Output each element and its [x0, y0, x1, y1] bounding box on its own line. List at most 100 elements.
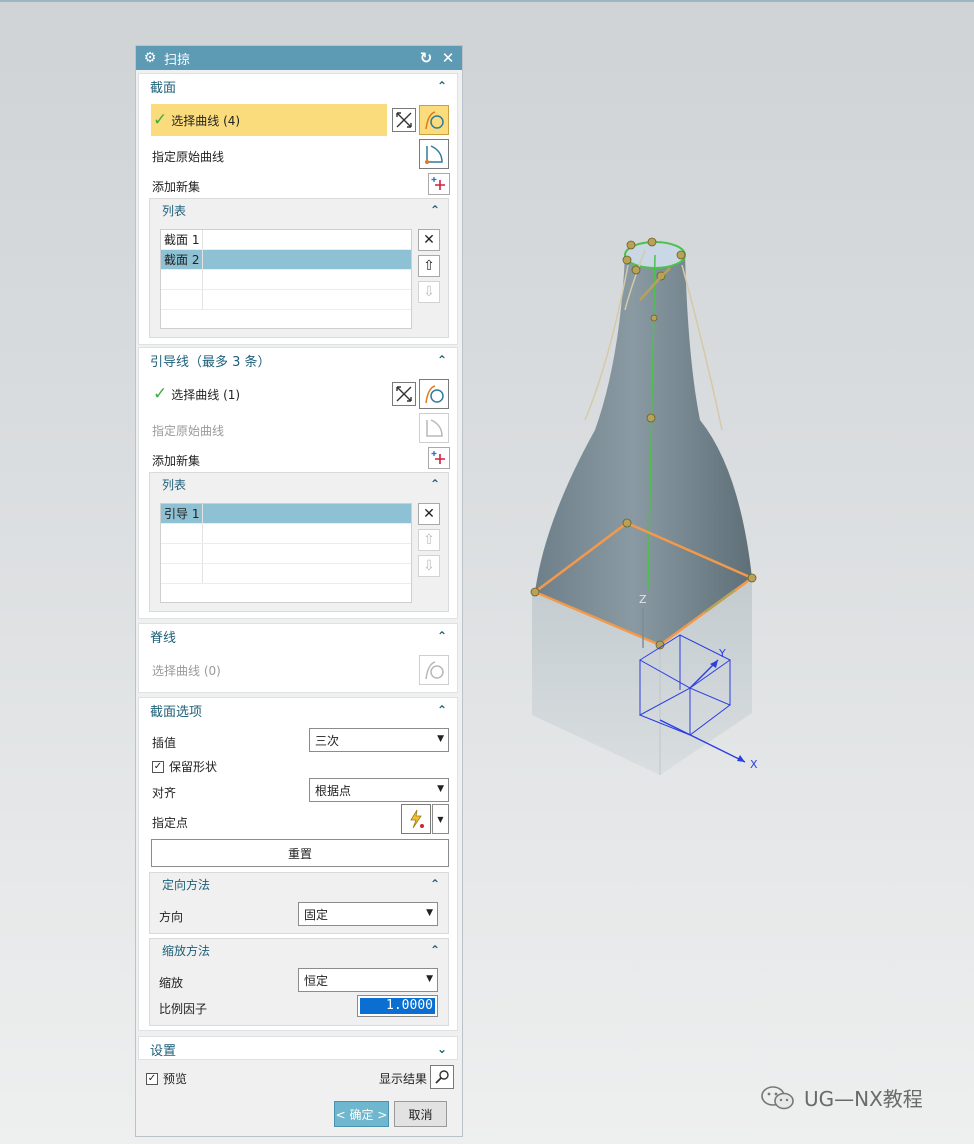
list-item[interactable]: 截面 1 — [161, 230, 411, 250]
curve-rule-icon[interactable] — [392, 108, 416, 132]
alignment-label: 对齐 — [152, 786, 177, 800]
guide-select-curve-row[interactable]: ✓ 选择曲线 (1) — [151, 378, 387, 410]
close-icon[interactable]: ✕ — [440, 49, 456, 67]
wechat-icon — [761, 1085, 794, 1109]
y-axis-label: Y — [718, 647, 726, 660]
select-curve-icon[interactable] — [419, 379, 449, 409]
curve-rule-icon[interactable] — [392, 382, 416, 406]
spine-header[interactable]: 脊线 ⌃ — [139, 624, 457, 648]
select-curve-icon[interactable] — [419, 105, 449, 135]
x-axis-label: X — [750, 758, 758, 771]
dropdown-arrow-icon: ▼ — [426, 974, 433, 984]
chevron-up-icon[interactable]: ⌃ — [430, 477, 440, 491]
chevron-up-icon[interactable]: ⌃ — [437, 353, 447, 367]
preview-checkbox[interactable]: ✓ — [146, 1072, 158, 1085]
section-options-header-label: 截面选项 — [150, 704, 203, 720]
section-header[interactable]: 截面 ⌃ — [139, 74, 457, 98]
move-up-icon[interactable]: ⇧ — [418, 255, 440, 277]
list-item-empty — [161, 270, 411, 290]
ok-button[interactable]: < 确定 > — [334, 1101, 389, 1127]
section-list-header[interactable]: 列表 ⌃ — [150, 199, 448, 221]
list-item-label: 截面 2 — [161, 250, 203, 269]
section-list-group: 列表 ⌃ 截面 1 截面 2 ✕ ⇧ ⇩ — [149, 198, 449, 338]
guide-list-header-label: 列表 — [162, 477, 187, 492]
check-icon: ✓ — [153, 109, 168, 130]
scaling-header-label: 缩放方法 — [162, 943, 211, 958]
guide-header-label: 引导线（最多 3 条） — [150, 354, 271, 370]
top-border — [0, 0, 974, 2]
spine-select-curve-label: 选择曲线 (0) — [152, 664, 221, 678]
sweep-dialog: ⚙ 扫掠 ↻ ✕ 截面 ⌃ ✓ 选择曲线 (4) 指定原始曲线 添加新集 列表 … — [135, 45, 463, 1137]
scaling-select[interactable]: 恒定 ▼ — [298, 968, 438, 992]
swept-body — [535, 255, 752, 645]
watermark: UG—NX教程 — [760, 1083, 923, 1112]
add-new-set-label: 添加新集 — [152, 180, 201, 194]
section-list[interactable]: 截面 1 截面 2 — [160, 229, 412, 329]
preserve-shape-checkbox[interactable]: ✓ — [152, 760, 164, 773]
section-group: 截面 ⌃ ✓ 选择曲线 (4) 指定原始曲线 添加新集 列表 ⌃ 截面 1 截面… — [138, 73, 458, 345]
spine-group: 脊线 ⌃ 选择曲线 (0) — [138, 623, 458, 693]
scale-factor-input[interactable]: 1.0000 — [357, 995, 438, 1017]
orientation-select[interactable]: 固定 ▼ — [298, 902, 438, 926]
section-select-curve-row[interactable]: ✓ 选择曲线 (4) — [151, 104, 387, 136]
reset-button[interactable]: 重置 — [151, 839, 449, 867]
scale-factor-value: 1.0000 — [360, 998, 435, 1014]
section-options-header[interactable]: 截面选项 ⌃ — [139, 698, 457, 722]
chevron-up-icon[interactable]: ⌃ — [437, 629, 447, 643]
guide-select-curve-label: 选择曲线 (1) — [171, 387, 241, 402]
chevron-up-icon[interactable]: ⌃ — [430, 877, 440, 891]
list-item-selected[interactable]: 截面 2 — [161, 250, 411, 270]
guide-header[interactable]: 引导线（最多 3 条） ⌃ — [139, 348, 457, 372]
scaling-label: 缩放 — [159, 976, 184, 990]
scaling-header[interactable]: 缩放方法 ⌃ — [150, 939, 448, 961]
dialog-titlebar: ⚙ 扫掠 ↻ ✕ — [136, 46, 462, 70]
select-curve-icon — [419, 655, 449, 685]
scale-factor-label: 比例因子 — [159, 1002, 208, 1016]
settings-group: 设置 ⌄ — [138, 1036, 458, 1060]
preserve-shape-row[interactable]: ✓ 保留形状 — [152, 758, 217, 775]
preserve-shape-label: 保留形状 — [169, 760, 218, 774]
chevron-up-icon[interactable]: ⌃ — [430, 203, 440, 217]
delete-icon[interactable]: ✕ — [418, 503, 440, 525]
specify-original-curve-label: 指定原始曲线 — [152, 150, 225, 164]
move-down-icon: ⇩ — [418, 281, 440, 303]
original-curve-icon — [419, 413, 449, 443]
interpolation-select[interactable]: 三次 ▼ — [309, 728, 449, 752]
list-item-label: 引导 1 — [161, 504, 203, 523]
interpolation-label: 插值 — [152, 736, 177, 750]
point-dialog-icon[interactable] — [401, 804, 431, 834]
reset-icon[interactable]: ↻ — [418, 49, 434, 67]
cancel-button[interactable]: 取消 — [394, 1101, 447, 1127]
guide-list-header[interactable]: 列表 ⌃ — [150, 473, 448, 495]
delete-icon[interactable]: ✕ — [418, 229, 440, 251]
alignment-select[interactable]: 根据点 ▼ — [309, 778, 449, 802]
chevron-up-icon[interactable]: ⌃ — [430, 943, 440, 957]
section-select-curve-label: 选择曲线 (4) — [171, 113, 241, 128]
list-item-empty — [161, 544, 411, 564]
chevron-down-icon[interactable]: ⌄ — [437, 1042, 447, 1056]
orientation-header[interactable]: 定向方法 ⌃ — [150, 873, 448, 895]
section-list-header-label: 列表 — [162, 203, 187, 218]
section-options-group: 截面选项 ⌃ 插值 三次 ▼ ✓ 保留形状 对齐 根据点 ▼ 指定点 ▼ 重置 … — [138, 697, 458, 1031]
orientation-group: 定向方法 ⌃ 方向 固定 ▼ — [149, 872, 449, 934]
list-item-empty — [161, 524, 411, 544]
settings-header[interactable]: 设置 ⌄ — [139, 1037, 457, 1061]
point-dropdown-icon[interactable]: ▼ — [432, 804, 449, 834]
original-curve-icon[interactable] — [419, 139, 449, 169]
viewport-3d-model[interactable]: X Y Z — [500, 220, 800, 790]
add-new-set-icon[interactable] — [428, 447, 450, 469]
preview-label: 预览 — [163, 1072, 188, 1086]
add-new-set-icon[interactable] — [428, 173, 450, 195]
guide-list[interactable]: 引导 1 — [160, 503, 412, 603]
preview-row[interactable]: ✓ 预览 — [146, 1070, 187, 1087]
specify-point-label: 指定点 — [152, 816, 189, 830]
chevron-up-icon[interactable]: ⌃ — [437, 79, 447, 93]
chevron-up-icon[interactable]: ⌃ — [437, 703, 447, 717]
spine-header-label: 脊线 — [150, 630, 177, 646]
guide-list-group: 列表 ⌃ 引导 1 ✕ ⇧ ⇩ — [149, 472, 449, 612]
orientation-value: 固定 — [304, 907, 329, 922]
show-result-icon[interactable] — [430, 1065, 454, 1089]
list-item-selected[interactable]: 引导 1 — [161, 504, 411, 524]
dropdown-arrow-icon: ▼ — [437, 734, 444, 744]
dialog-title: 扫掠 — [164, 52, 191, 68]
